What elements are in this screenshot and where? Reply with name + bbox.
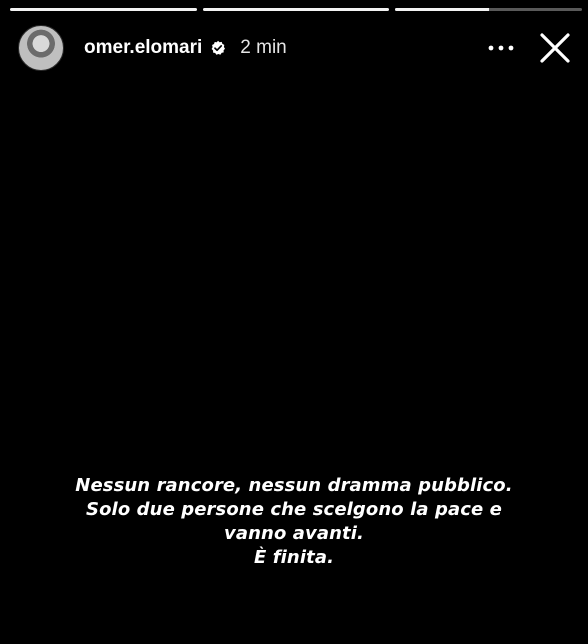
verified-badge-icon	[210, 40, 226, 56]
caption-line: È finita.	[253, 547, 335, 568]
close-icon[interactable]	[536, 29, 574, 67]
progress-fill	[202, 8, 390, 11]
username[interactable]: omer.elomari	[84, 37, 202, 59]
progress-segment	[395, 8, 583, 11]
caption-line: vanno avanti.	[224, 523, 364, 544]
story-header: omer.elomari 2 min	[18, 24, 574, 72]
story-caption: Nessun rancore, nessun dramma pubblico. …	[0, 474, 588, 570]
avatar[interactable]	[18, 25, 64, 71]
progress-fill	[10, 8, 197, 11]
progress-fill	[395, 8, 489, 11]
post-time: 2 min	[240, 37, 287, 58]
story-progress-bar	[10, 8, 583, 11]
progress-segment	[10, 8, 197, 11]
progress-segment	[202, 8, 390, 11]
caption-line: Solo due persone che scelgono la pace e	[86, 499, 502, 520]
story-view: omer.elomari 2 min Nessun rancore, nessu…	[0, 0, 588, 644]
caption-line: Nessun rancore, nessun dramma pubblico.	[75, 475, 513, 496]
more-options-icon[interactable]	[486, 33, 516, 63]
